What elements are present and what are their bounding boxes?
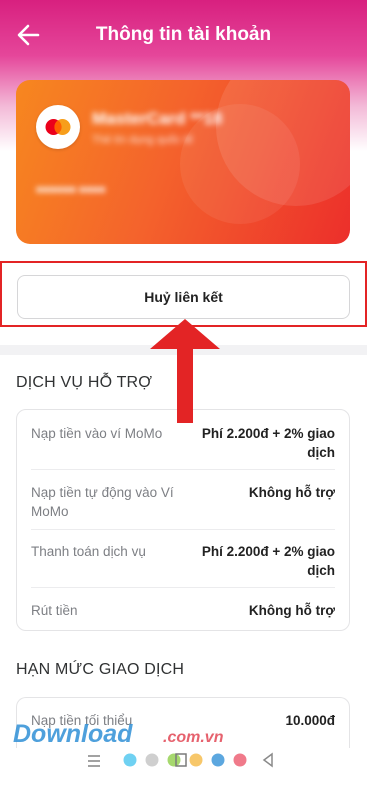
- card-name: MasterCard **18: [92, 109, 223, 128]
- unlink-button[interactable]: Huỷ liên kết: [17, 275, 350, 319]
- annotation-arrow-icon: [150, 319, 220, 423]
- support-row: Nạp tiền vào ví MoMo Phí 2.200đ + 2% gia…: [31, 424, 335, 462]
- row-value: Phí 2.200đ + 2% giao dịch: [201, 544, 335, 578]
- menu-icon: [88, 755, 100, 767]
- support-row: Rút tiền Không hỗ trợ: [31, 601, 335, 620]
- mastercard-logo-icon: [36, 105, 80, 149]
- support-panel: Nạp tiền vào ví MoMo Phí 2.200đ + 2% gia…: [16, 409, 350, 631]
- row-value: Không hỗ trợ: [248, 485, 335, 500]
- watermark-suffix: .com.vn: [163, 729, 224, 746]
- support-row: Thanh toán dịch vụ Phí 2.200đ + 2% giao …: [31, 542, 335, 580]
- linked-card: MasterCard **18 Thẻ tín dụng quốc tế ■■■…: [16, 80, 350, 244]
- support-row: Nạp tiền tự động vào Ví MoMo Không hỗ tr…: [31, 483, 335, 521]
- row-divider: [31, 469, 335, 470]
- row-label: Rút tiền: [31, 603, 78, 618]
- row-value: Không hỗ trợ: [248, 603, 335, 618]
- card-holder: ■■■■■■ ■■■■: [36, 184, 106, 196]
- row-label: Nạp tiền tự động vào Ví MoMo: [31, 485, 174, 519]
- watermark-text: Download: [13, 720, 133, 748]
- row-value: Phí 2.200đ + 2% giao dịch: [201, 426, 335, 460]
- card-type: Thẻ tín dụng quốc tế: [92, 134, 193, 146]
- row-label: Thanh toán dịch vụ: [31, 544, 146, 559]
- watermark-logo: Download .com.vn: [13, 720, 224, 748]
- row-divider: [31, 529, 335, 530]
- page-title: Thông tin tài khoản: [95, 24, 272, 45]
- row-divider: [31, 587, 335, 588]
- support-section-title: DỊCH VỤ HỖ TRỢ: [16, 374, 153, 391]
- limits-section-title: HẠN MỨC GIAO DỊCH: [16, 661, 185, 678]
